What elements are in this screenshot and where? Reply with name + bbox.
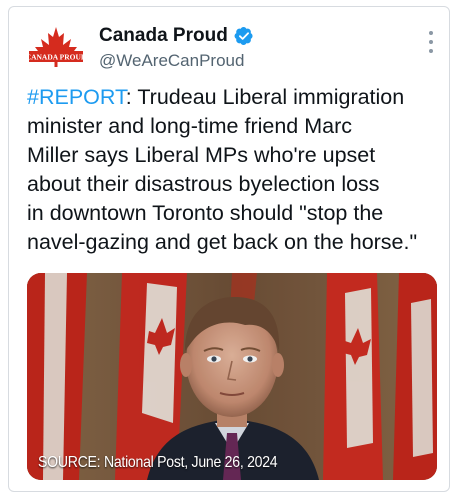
more-options-icon[interactable] xyxy=(427,31,435,53)
photo-image xyxy=(27,273,437,480)
tweet-line-2: minister and long-time friend Marc xyxy=(27,114,353,138)
verified-badge-icon xyxy=(234,27,253,45)
tweet-photo[interactable]: SOURCE: National Post, June 26, 2024 xyxy=(27,273,437,480)
tweet-line-1: #REPORT: Trudeau Liberal immigration xyxy=(27,85,405,109)
avatar[interactable]: CANADA PROUD xyxy=(25,25,87,75)
tweet-line-3: Miller says Liberal MPs who're upset xyxy=(27,143,376,167)
user-handle[interactable]: @WeAreCanProud xyxy=(99,51,244,71)
hashtag-link[interactable]: #REPORT xyxy=(27,85,126,109)
image-caption: SOURCE: National Post, June 26, 2024 xyxy=(38,454,278,471)
tweet-text: #REPORT: Trudeau Liberal immigration min… xyxy=(27,83,437,257)
tweet-line-6: navel-gazing and get back on the horse." xyxy=(27,230,418,254)
avatar-label: CANADA PROUD xyxy=(26,53,87,62)
display-name[interactable]: Canada Proud xyxy=(99,25,254,47)
tweet-line-5: in downtown Toronto should "stop the xyxy=(27,201,384,225)
tweet-card[interactable]: CANADA PROUD Canada Proud @WeAreCanProud… xyxy=(8,6,450,492)
display-name-text[interactable]: Canada Proud xyxy=(99,25,228,47)
tweet-line-4: about their disastrous byelection loss xyxy=(27,172,380,196)
